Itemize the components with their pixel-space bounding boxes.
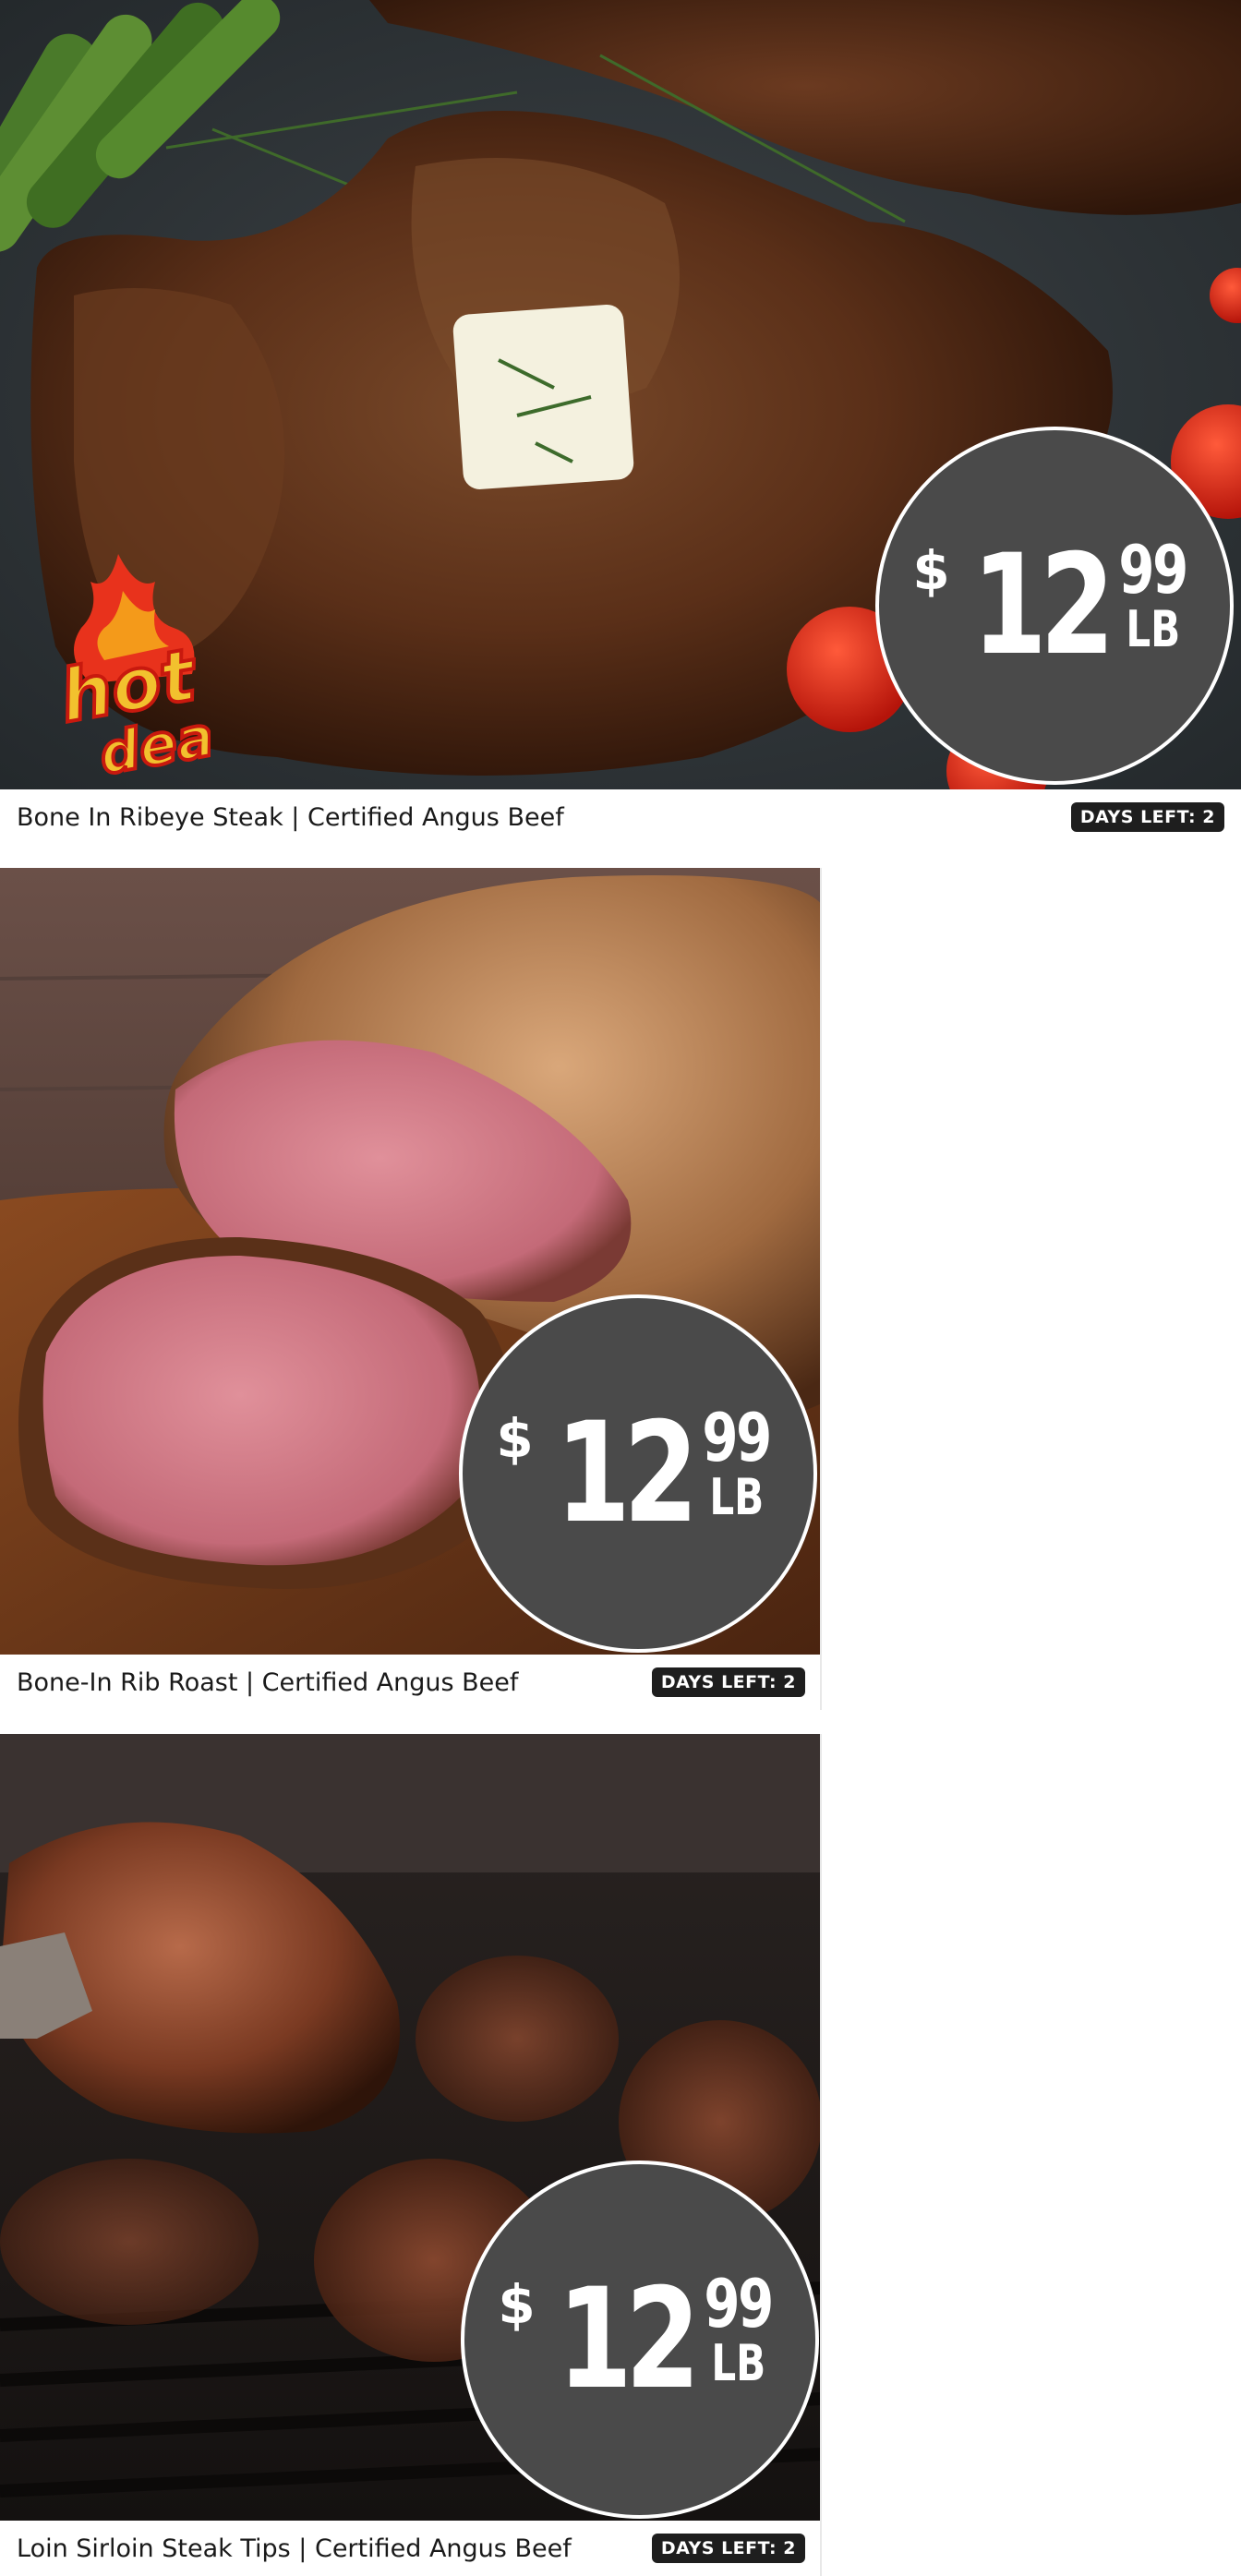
product-title[interactable]: Loin Sirloin Steak Tips | Certified Angu… xyxy=(17,2534,572,2563)
price-unit: LB xyxy=(1126,600,1181,658)
price-badge: $ 12 99 LB xyxy=(875,427,1234,785)
price-badge: $ 12 99 LB xyxy=(461,2161,819,2519)
product-card-ribeye[interactable]: hot deal $ 12 99 LB Bone In Ribeye Steak… xyxy=(0,0,1241,849)
product-card-sirloin-tips[interactable]: $ 12 99 LB Loin Sirloin Steak Tips | Cer… xyxy=(0,1734,822,2576)
price-badge: $ 12 99 LB xyxy=(459,1294,817,1653)
product-title-row: Bone In Ribeye Steak | Certified Angus B… xyxy=(0,789,1241,845)
product-card-rib-roast[interactable]: $ 12 99 LB Bone-In Rib Roast | Certified… xyxy=(0,868,822,1710)
price-dollars: 12 xyxy=(555,1393,698,1554)
days-left-badge: DAYS LEFT: 2 xyxy=(1070,802,1224,832)
price-currency: $ xyxy=(498,2273,536,2336)
days-left-badge: DAYS LEFT: 2 xyxy=(651,1667,805,1697)
price-unit: LB xyxy=(711,2334,766,2392)
price-currency: $ xyxy=(912,539,950,602)
product-title-row: Loin Sirloin Steak Tips | Certified Angu… xyxy=(0,2521,822,2576)
price-cents: 99 xyxy=(702,1399,773,1476)
card-divider xyxy=(820,868,822,1710)
price-cents: 99 xyxy=(704,2265,775,2342)
price-unit: LB xyxy=(709,1468,765,1526)
product-title[interactable]: Bone-In Rib Roast | Certified Angus Beef xyxy=(17,1668,518,1697)
days-left-badge: DAYS LEFT: 2 xyxy=(651,2534,805,2563)
card-divider xyxy=(820,1734,822,2576)
price-cents: 99 xyxy=(1118,531,1189,608)
price-dollars: 12 xyxy=(557,2259,700,2420)
price-dollars: 12 xyxy=(971,525,1114,686)
hot-deal-badge: hot deal xyxy=(52,554,241,789)
product-title[interactable]: Bone In Ribeye Steak | Certified Angus B… xyxy=(17,803,564,832)
product-title-row: Bone-In Rib Roast | Certified Angus Beef… xyxy=(0,1655,822,1710)
price-currency: $ xyxy=(496,1407,534,1470)
